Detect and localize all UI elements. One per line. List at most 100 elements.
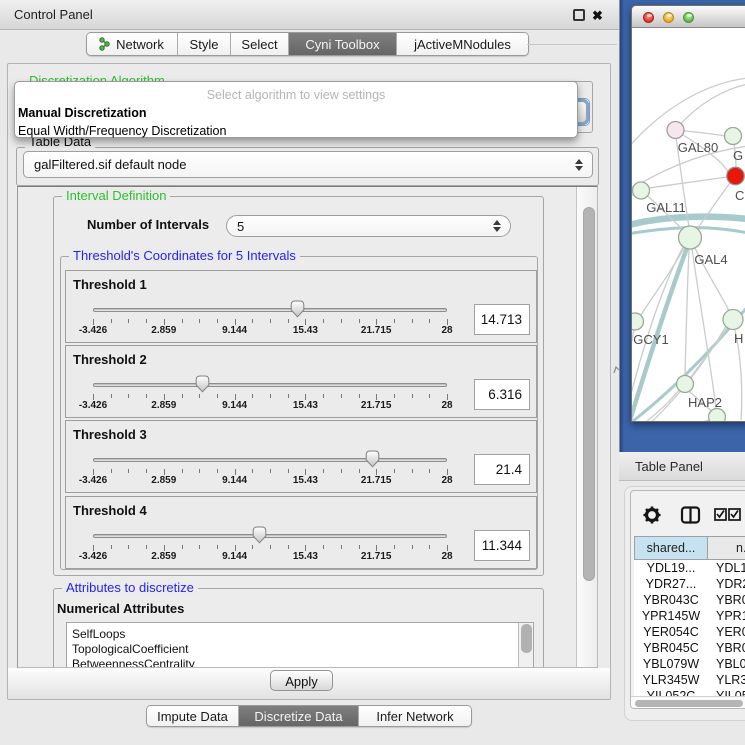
- tab-impute-data[interactable]: Impute Data: [147, 706, 239, 726]
- slider-tick: [429, 394, 430, 398]
- table-cell[interactable]: YDL19...: [634, 560, 708, 576]
- tab-jactivemnodules[interactable]: jActiveMNodules: [397, 33, 528, 55]
- slider-track[interactable]: [93, 458, 447, 462]
- table-cell[interactable]: YDL19...: [708, 560, 745, 576]
- tab-label: Network: [116, 37, 164, 52]
- table-header-cell[interactable]: n...: [708, 536, 745, 560]
- network-edge[interactable]: [692, 249, 716, 408]
- panel-divider-grip[interactable]: [613, 366, 620, 374]
- table-cell[interactable]: YDR27...: [708, 576, 745, 592]
- slider-tick: [199, 545, 200, 549]
- zoom-traffic-light[interactable]: [683, 12, 694, 23]
- threshold-value-field[interactable]: 14.713: [474, 304, 530, 335]
- network-window-titlebar[interactable]: [632, 6, 745, 28]
- scrollbar-thumb[interactable]: [521, 624, 532, 653]
- network-edge[interactable]: [649, 177, 727, 188]
- network-edge-thick[interactable]: [632, 240, 690, 421]
- table-horizontal-scrollbar[interactable]: [631, 696, 745, 709]
- network-edge[interactable]: [675, 84, 745, 130]
- slider-tick: [341, 319, 342, 323]
- columns-icon[interactable]: [682, 508, 699, 523]
- network-node[interactable]: [727, 167, 744, 184]
- network-edge[interactable]: [685, 249, 689, 375]
- threshold-value-field[interactable]: 21.4: [474, 454, 530, 485]
- network-node[interactable]: [723, 310, 743, 330]
- minimize-traffic-light[interactable]: [663, 12, 674, 23]
- table-data-combobox[interactable]: galFiltered.sif default node: [23, 151, 593, 178]
- scrollbar-thumb[interactable]: [583, 207, 595, 581]
- table-header-cell[interactable]: shared...: [634, 536, 708, 560]
- table-panel-title: Table Panel: [635, 452, 703, 481]
- tab-select[interactable]: Select: [231, 33, 289, 55]
- slider-tick: [288, 469, 289, 473]
- network-node-label: C: [735, 188, 744, 203]
- tab-network[interactable]: Network: [87, 33, 178, 55]
- table-cell[interactable]: YBL079W: [634, 656, 708, 672]
- table-column: shared...YDL19...YDR27...YBR043CYPR145WY…: [634, 536, 708, 704]
- slider-thumb[interactable]: [365, 450, 380, 468]
- network-node[interactable]: [725, 128, 742, 145]
- popup-item[interactable]: Manual Discretization: [18, 106, 147, 120]
- gear-icon[interactable]: [644, 507, 661, 524]
- slider-thumb[interactable]: [252, 526, 267, 544]
- table-cell[interactable]: YBR043C: [634, 592, 708, 608]
- network-node[interactable]: [679, 226, 702, 249]
- settings-vertical-scrollbar[interactable]: [576, 187, 598, 667]
- table-cell[interactable]: YLR345W: [708, 672, 745, 688]
- table-cell[interactable]: YER054C: [634, 624, 708, 640]
- network-edge[interactable]: [632, 420, 709, 421]
- table-cell[interactable]: YLR345W: [634, 672, 708, 688]
- cyni-bottom-tabs: Impute DataDiscretize DataInfer Network: [146, 705, 472, 727]
- select-columns-icon[interactable]: [715, 509, 740, 520]
- close-traffic-light[interactable]: [643, 12, 654, 23]
- numerical-attributes-list[interactable]: SelfLoopsTopologicalCoefficientBetweenne…: [66, 622, 534, 668]
- float-window-icon[interactable]: [573, 9, 585, 21]
- slider-track[interactable]: [93, 534, 447, 538]
- slider-thumb[interactable]: [195, 375, 210, 393]
- close-icon[interactable]: ✖: [592, 9, 603, 22]
- table-cell[interactable]: YER054C: [708, 624, 745, 640]
- tab-cyni-toolbox[interactable]: Cyni Toolbox: [289, 33, 397, 55]
- scrollbar-thumb[interactable]: [635, 700, 743, 707]
- slider-tick: [217, 319, 218, 323]
- node-table[interactable]: shared...YDL19...YDR27...YBR043CYPR145WY…: [634, 536, 745, 704]
- network-canvas[interactable]: GAL80GCGAL11GAL4GCY1HHAP2: [632, 28, 745, 421]
- tab-infer-network[interactable]: Infer Network: [359, 706, 471, 726]
- table-cell[interactable]: YBR045C: [634, 640, 708, 656]
- table-cell[interactable]: YBL079W: [708, 656, 745, 672]
- network-edge[interactable]: [697, 176, 735, 229]
- slider-track[interactable]: [93, 308, 447, 312]
- network-node[interactable]: [633, 182, 650, 199]
- slider-tick: [323, 545, 324, 549]
- slider-tick: [288, 545, 289, 549]
- table-cell[interactable]: YPR145W: [708, 608, 745, 624]
- table-cell[interactable]: YDR27...: [634, 576, 708, 592]
- tab-discretize-data[interactable]: Discretize Data: [239, 706, 359, 726]
- network-node[interactable]: [632, 313, 644, 330]
- network-node[interactable]: [667, 122, 684, 139]
- slider-tick-label: 21.715: [352, 325, 400, 336]
- table-cell[interactable]: YBR045C: [708, 640, 745, 656]
- slider-thumb[interactable]: [290, 300, 305, 318]
- table-cell[interactable]: YPR145W: [634, 608, 708, 624]
- network-node[interactable]: [709, 409, 726, 422]
- table-cell[interactable]: YBR043C: [708, 592, 745, 608]
- slider-tick: [394, 469, 395, 473]
- attributes-list-scrollbar[interactable]: [518, 623, 533, 668]
- attribute-list-item[interactable]: TopologicalCoefficient: [67, 642, 518, 657]
- apply-button[interactable]: Apply: [270, 670, 333, 691]
- attribute-list-item[interactable]: SelfLoops: [67, 627, 518, 642]
- network-node-label: GAL11: [646, 200, 686, 215]
- threshold-value-field[interactable]: 6.316: [474, 379, 530, 410]
- slider-track[interactable]: [93, 383, 447, 387]
- slider-tick-label: 28: [423, 325, 471, 336]
- network-node[interactable]: [677, 376, 694, 393]
- tab-style[interactable]: Style: [178, 33, 231, 55]
- attribute-list-item[interactable]: BetweennessCentrality: [67, 657, 518, 668]
- popup-item[interactable]: Equal Width/Frequency Discretization: [18, 124, 226, 138]
- number-of-intervals-combobox[interactable]: 5: [226, 215, 511, 237]
- slider-tick: [359, 394, 360, 398]
- threshold-value-field[interactable]: 11.344: [474, 530, 530, 561]
- algorithm-dropdown-popup: Select algorithm to view settings Manual…: [14, 81, 578, 138]
- settings-scroll-pane: Interval Definition Number of Intervals …: [17, 186, 598, 668]
